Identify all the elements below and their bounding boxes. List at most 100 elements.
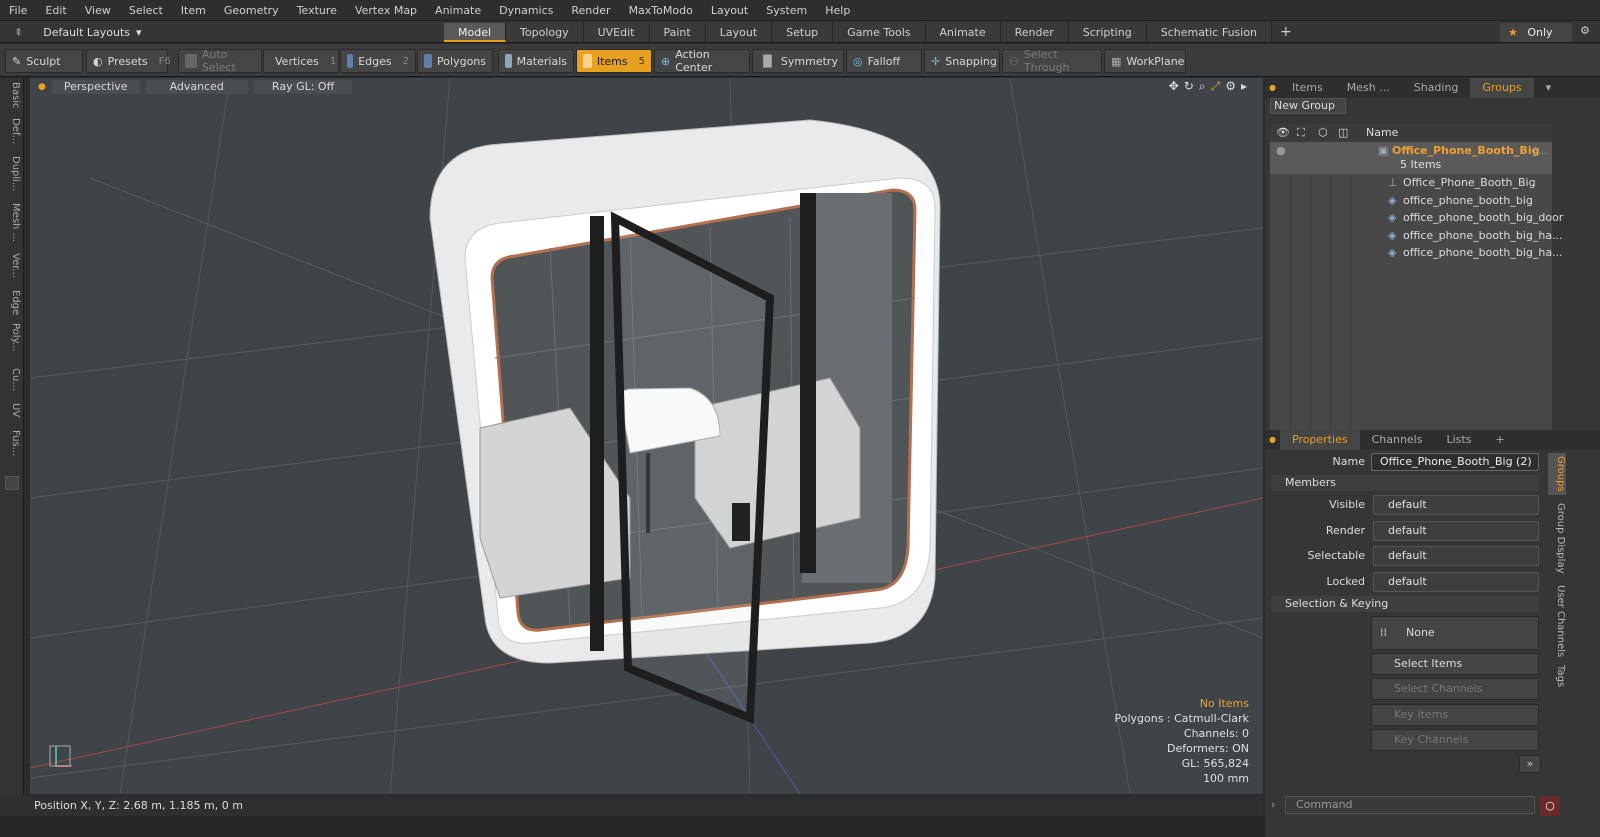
fit-icon[interactable]: ⤢ — [1211, 79, 1221, 94]
menu-vertex-map[interactable]: Vertex Map — [346, 0, 426, 21]
menu-file[interactable]: File — [0, 0, 36, 21]
tab-lists[interactable]: Lists — [1434, 430, 1483, 450]
presets-button[interactable]: ◐ Presets F6 — [86, 49, 171, 73]
left-tab-fusion[interactable]: Fus... — [3, 430, 21, 456]
pan-icon[interactable]: ✥ — [1169, 79, 1179, 94]
tab-render[interactable]: Render — [1000, 23, 1069, 42]
materials-button[interactable]: Materials — [498, 49, 574, 73]
action-center-button[interactable]: ⊕ Action Center — [654, 48, 750, 74]
select-through-button[interactable]: ⚇ Select Through — [1002, 48, 1102, 74]
viewport-expand-icon[interactable]: ▸ — [1241, 79, 1247, 94]
viewport-menu-icon[interactable]: ● — [38, 82, 46, 92]
menu-system[interactable]: System — [757, 0, 816, 21]
menu-layout[interactable]: Layout — [702, 0, 757, 21]
menu-render[interactable]: Render — [562, 0, 619, 21]
key-items-button[interactable]: Key Items — [1371, 704, 1539, 726]
side-tab-user-channels[interactable]: User Channels — [1548, 585, 1566, 657]
menu-view[interactable]: View — [76, 0, 120, 21]
add-tab-icon[interactable]: + — [1483, 430, 1516, 450]
vertices-button[interactable]: Vertices 1 — [263, 49, 339, 73]
tab-topology[interactable]: Topology — [506, 23, 584, 42]
render-dropdown[interactable]: default — [1373, 521, 1539, 541]
command-input[interactable]: Command — [1285, 796, 1535, 814]
select-icon[interactable]: ◫ — [1338, 124, 1348, 141]
members-section[interactable]: Members — [1271, 475, 1539, 491]
left-tab-edge[interactable]: Edge — [3, 290, 21, 315]
view-perspective-button[interactable]: Perspective — [51, 80, 140, 94]
menu-item[interactable]: Item — [172, 0, 215, 21]
panel-menu-icon[interactable]: ● — [1265, 78, 1280, 98]
side-tab-group-display[interactable]: Group Display — [1548, 503, 1566, 573]
side-tab-groups[interactable]: Groups — [1548, 453, 1566, 495]
left-tab-duplicate[interactable]: Dupli... — [3, 156, 21, 191]
tab-animate[interactable]: Animate — [925, 23, 1001, 42]
tab-mesh[interactable]: Mesh ... — [1335, 78, 1402, 98]
rotate-icon[interactable]: ↻ — [1184, 79, 1194, 94]
tab-channels[interactable]: Channels — [1360, 430, 1435, 450]
group-row[interactable]: ● ▣ Office_Phone_Booth_Big (... 5 Items — [1270, 142, 1552, 174]
menu-maxtomodo[interactable]: MaxToModo — [620, 0, 702, 21]
lock-icon[interactable]: ⬡ — [1318, 124, 1328, 141]
auto-select-button[interactable]: Auto Select — [178, 48, 262, 74]
list-item[interactable]: ◈ office_phone_booth_big_ha... — [1270, 244, 1563, 261]
panel-menu-icon[interactable]: ● — [1265, 430, 1280, 450]
polygons-button[interactable]: Polygons — [417, 49, 493, 73]
zoom-icon[interactable]: ⌕ — [1199, 79, 1206, 94]
more-button[interactable]: » — [1519, 755, 1541, 773]
menu-geometry[interactable]: Geometry — [215, 0, 288, 21]
3d-viewport[interactable]: ● Perspective Advanced Ray GL: Off ✥ ↻ ⌕… — [30, 78, 1263, 794]
left-tab-curve[interactable]: Cu... — [3, 368, 21, 391]
symmetry-button[interactable]: ▐▌ Symmetry — [752, 49, 844, 73]
left-tab-basic[interactable]: Basic — [3, 82, 21, 108]
locked-dropdown[interactable]: default — [1373, 572, 1539, 592]
tab-schematic-fusion[interactable]: Schematic Fusion — [1146, 23, 1273, 42]
snapping-button[interactable]: ✛ Snapping — [924, 49, 1000, 73]
items-button[interactable]: Items 5 — [576, 49, 652, 73]
new-group-button[interactable]: New Group — [1270, 98, 1346, 114]
viewport-gear-icon[interactable]: ⚙ — [1225, 79, 1236, 94]
list-item[interactable]: ⊥ Office_Phone_Booth_Big — [1270, 174, 1552, 191]
visible-dropdown[interactable]: default — [1373, 495, 1539, 515]
left-tab-vertex[interactable]: Ver... — [3, 253, 21, 278]
select-items-button[interactable]: Select Items — [1371, 653, 1539, 675]
tab-setup[interactable]: Setup — [772, 23, 834, 42]
edges-button[interactable]: Edges 2 — [340, 49, 416, 73]
selection-keying-section[interactable]: Selection & Keying — [1271, 596, 1539, 612]
layouts-dropdown[interactable]: ⇞ Default Layouts ▾ — [14, 21, 142, 43]
tab-uvedit[interactable]: UVEdit — [583, 23, 650, 42]
menu-animate[interactable]: Animate — [426, 0, 490, 21]
chevron-down-icon[interactable]: ▾ — [1534, 78, 1564, 98]
tab-groups[interactable]: Groups — [1470, 78, 1534, 98]
list-item[interactable]: ◈ office_phone_booth_big_ha... — [1270, 227, 1563, 244]
left-tab-polygon[interactable]: Poly... — [3, 323, 21, 352]
list-item[interactable]: ◈ office_phone_booth_big — [1270, 192, 1552, 209]
raygl-button[interactable]: Ray GL: Off — [253, 80, 353, 94]
menu-help[interactable]: Help — [816, 0, 859, 21]
falloff-button[interactable]: ◎ Falloff — [846, 49, 922, 73]
menu-texture[interactable]: Texture — [288, 0, 346, 21]
record-button[interactable]: ○ — [1540, 796, 1560, 816]
view-advanced-button[interactable]: Advanced — [145, 80, 248, 94]
tab-layout[interactable]: Layout — [705, 23, 773, 42]
none-button[interactable]: ⁞⁞ None — [1371, 616, 1539, 650]
tab-properties[interactable]: Properties — [1279, 430, 1360, 450]
add-tab-icon[interactable]: + — [1272, 23, 1300, 42]
expand-tabs-button[interactable] — [5, 476, 19, 490]
tab-items[interactable]: Items — [1280, 78, 1335, 98]
group-name-field[interactable]: Office_Phone_Booth_Big (2) — [1371, 453, 1539, 471]
gear-icon[interactable]: ⚙ — [1580, 24, 1590, 37]
tab-game-tools[interactable]: Game Tools — [833, 23, 926, 42]
left-tab-mesh[interactable]: Mesh ... — [3, 203, 21, 242]
eye-icon[interactable]: 👁 — [1276, 124, 1290, 141]
menu-edit[interactable]: Edit — [36, 0, 75, 21]
select-channels-button[interactable]: Select Channels — [1371, 678, 1539, 700]
tab-scripting[interactable]: Scripting — [1068, 23, 1147, 42]
tab-paint[interactable]: Paint — [649, 23, 706, 42]
left-tab-deform[interactable]: Def... — [3, 118, 21, 144]
list-item[interactable]: ◈ office_phone_booth_big_door — [1270, 209, 1563, 226]
tab-model[interactable]: Model — [444, 23, 507, 42]
selectable-dropdown[interactable]: default — [1373, 546, 1539, 566]
render-icon[interactable]: ⛶ — [1297, 124, 1305, 141]
group-eye-icon[interactable]: ● — [1276, 142, 1286, 159]
tab-shading[interactable]: Shading — [1402, 78, 1471, 98]
